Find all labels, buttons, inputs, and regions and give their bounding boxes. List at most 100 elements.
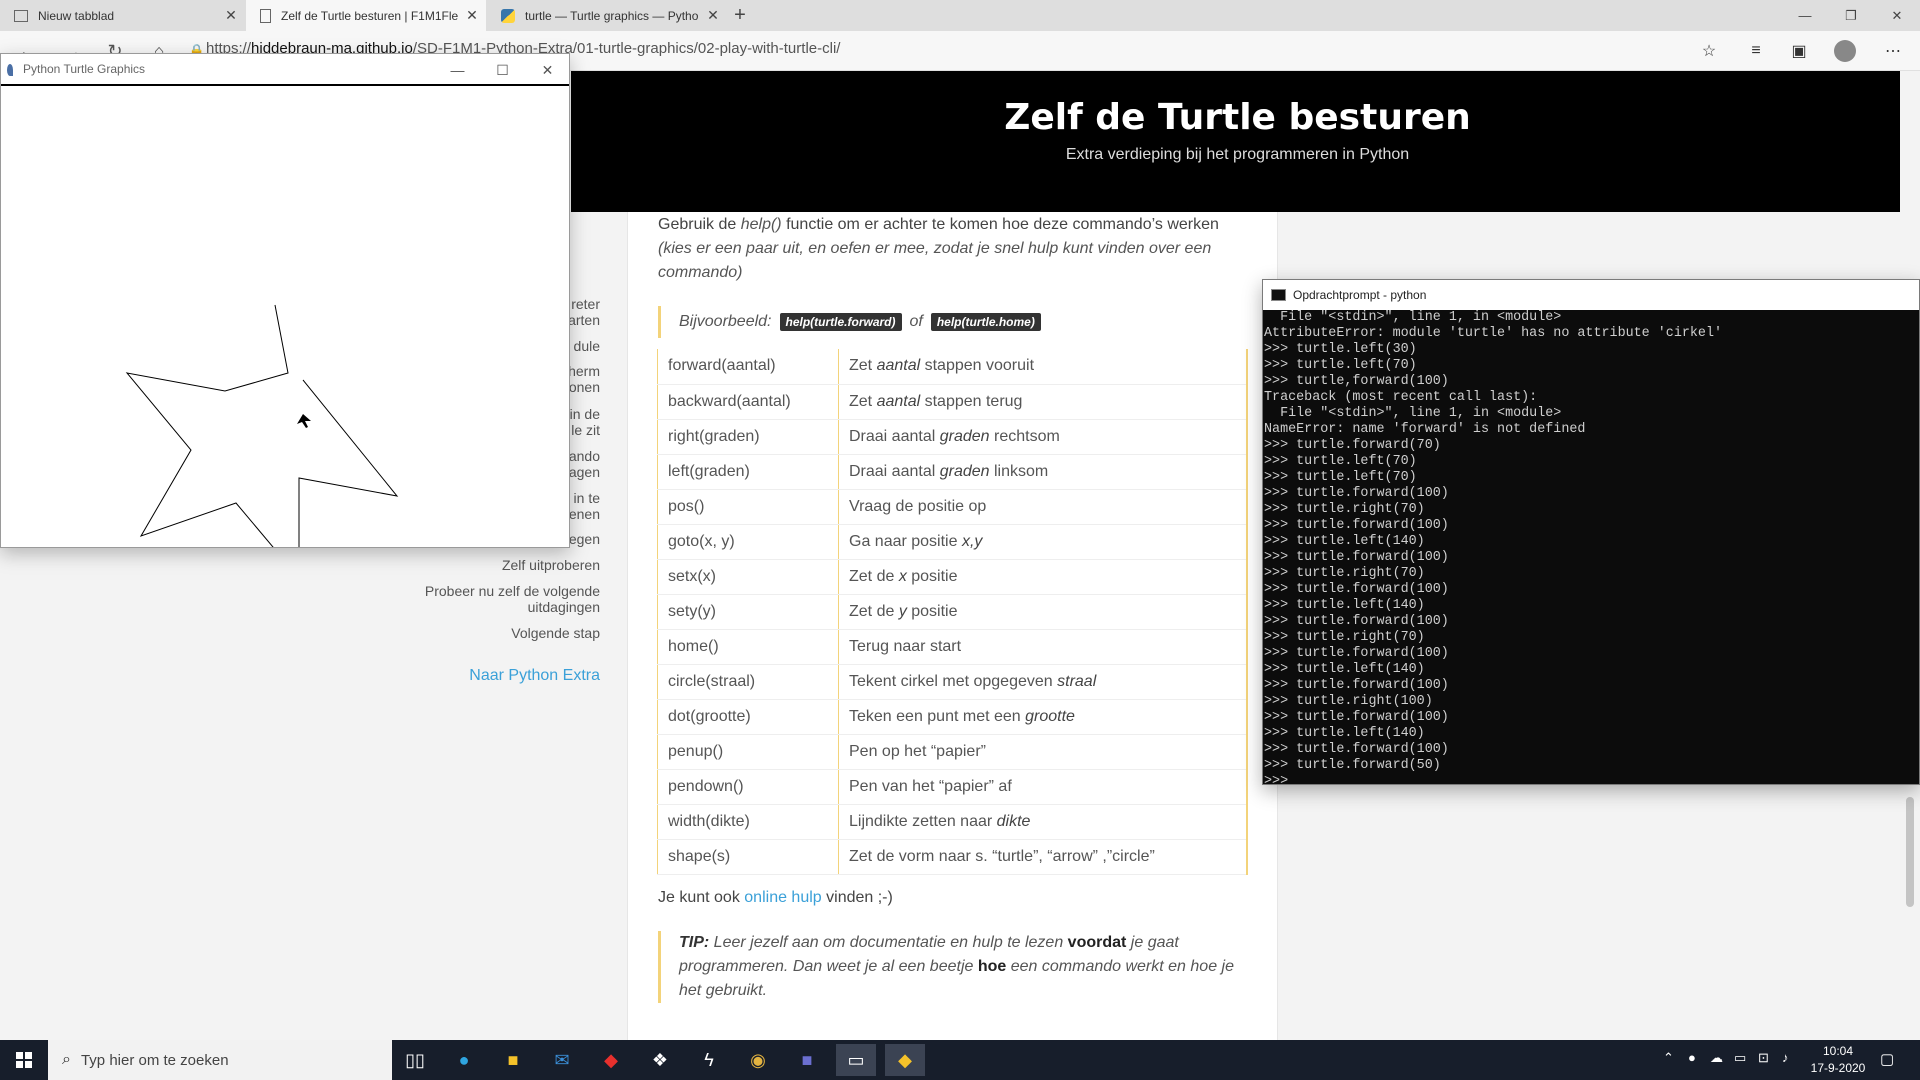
command-description: Teken een punt met een grootte: [838, 699, 1247, 735]
sidebar-item-probeer[interactable]: Probeer nu zelf de volgende: [425, 583, 600, 599]
collections-icon[interactable]: ▣: [1786, 39, 1812, 63]
terminal-app-icon[interactable]: ▭: [836, 1044, 876, 1076]
scrollbar-thumb[interactable]: [1906, 797, 1914, 907]
sidebar-fragment[interactable]: enen: [569, 506, 600, 522]
command-description: Vraag de positie op: [838, 489, 1247, 525]
python-icon: [501, 8, 515, 23]
favorite-star-icon[interactable]: ☆: [1696, 39, 1722, 63]
favorites-list-icon[interactable]: ≡: [1743, 39, 1769, 63]
sidebar-fragment[interactable]: dule: [574, 338, 600, 354]
cmd-line: File "<stdin>", line 1, in <module>: [1264, 406, 1562, 421]
file-explorer-icon[interactable]: ■: [493, 1044, 533, 1076]
command-name: home(): [657, 629, 839, 665]
close-window-icon[interactable]: ✕: [1874, 0, 1920, 31]
chrome-icon[interactable]: ◉: [738, 1044, 778, 1076]
sidebar-fragment[interactable]: in de: [570, 406, 600, 422]
cmd-line: >>> turtle,forward(100): [1264, 374, 1449, 389]
command-name: forward(aantal): [657, 349, 839, 385]
command-description: Draai aantal graden linksom: [838, 454, 1247, 490]
python-app-icon[interactable]: ◆: [885, 1044, 925, 1076]
sidebar-fragment[interactable]: egen: [569, 531, 600, 547]
keyboard-icon[interactable]: ▭: [1734, 1050, 1746, 1066]
cmd-line: >>> turtle.forward(100): [1264, 582, 1449, 597]
page-subtitle: Extra verdieping bij het programmeren in…: [1065, 146, 1410, 163]
vscode-icon[interactable]: ϟ: [689, 1044, 729, 1076]
cmd-line: >>> turtle.right(70): [1264, 630, 1425, 645]
clock[interactable]: 10:04 17-9-2020: [1808, 1043, 1868, 1077]
windows-start-icon[interactable]: [0, 1040, 48, 1080]
sidebar-item-uitdagingen[interactable]: uitdagingen: [528, 599, 600, 615]
cmd-line: >>> turtle.forward(100): [1264, 742, 1449, 757]
command-prompt-window: Opdrachtprompt - python File "<stdin>", …: [1262, 279, 1920, 789]
restore-icon[interactable]: ❐: [1828, 0, 1874, 31]
cmd-line: >>> turtle.forward(100): [1264, 518, 1449, 533]
mail-icon[interactable]: ✉: [542, 1044, 582, 1076]
close-tab-icon[interactable]: ✕: [699, 7, 727, 24]
command-row: dot(grootte) Teken een punt met een groot…: [657, 699, 1247, 735]
sidebar-fragment[interactable]: le zit: [571, 422, 600, 438]
minimize-icon[interactable]: —: [435, 54, 480, 86]
task-view-icon[interactable]: ▯▯: [395, 1044, 435, 1076]
turtle-canvas[interactable]: [1, 88, 569, 547]
volume-icon[interactable]: ♪: [1782, 1050, 1789, 1065]
notification-icon[interactable]: ▢: [1880, 1050, 1894, 1068]
sidebar-fragment[interactable]: reter: [571, 296, 600, 312]
command-name: dot(grootte): [657, 699, 839, 735]
sidebar-fragment[interactable]: arten: [568, 312, 600, 328]
cmd-line: >>> turtle.left(140): [1264, 598, 1425, 613]
teams-icon[interactable]: ■: [787, 1044, 827, 1076]
network-icon[interactable]: ⊡: [1758, 1050, 1769, 1066]
cmd-line: >>> turtle.left(30): [1264, 342, 1417, 357]
sidebar-fragment[interactable]: tonen: [565, 379, 600, 395]
sidebar-fragment[interactable]: ando: [569, 448, 600, 464]
tab-turtle-besturen[interactable]: Zelf de Turtle besturen | F1M1Fle ✕: [246, 0, 486, 31]
edge-icon[interactable]: ●: [444, 1044, 484, 1076]
maximize-icon[interactable]: ☐: [480, 54, 525, 86]
turtle-window-titlebar[interactable]: Python Turtle Graphics — ☐ ✕: [1, 54, 569, 86]
close-icon[interactable]: ✕: [525, 54, 570, 86]
cmd-line: >>> turtle.forward(50): [1264, 758, 1441, 773]
taskbar-search[interactable]: ⌕ Typ hier om te zoeken: [48, 1040, 392, 1080]
new-tab-icon[interactable]: +: [728, 0, 752, 31]
cmd-titlebar[interactable]: Opdrachtprompt - python: [1263, 280, 1919, 310]
cmd-line: >>> turtle.left(70): [1264, 470, 1417, 485]
minimize-icon[interactable]: —: [1782, 0, 1828, 31]
dropbox-icon[interactable]: ❖: [640, 1044, 680, 1076]
command-name: pos(): [657, 489, 839, 525]
page-title: Zelf de Turtle besturen: [1004, 97, 1471, 138]
cmd-line: File "<stdin>", line 1, in <module>: [1264, 310, 1562, 325]
command-row: pendown() Pen van het “papier” af: [657, 769, 1247, 805]
microphone-icon[interactable]: ●: [1688, 1050, 1696, 1065]
command-row: left(graden) Draai aantal graden linksom: [657, 454, 1247, 490]
clock-time: 10:04: [1822, 1044, 1854, 1058]
cmd-line: >>>: [1264, 774, 1297, 789]
command-row: setx(x) Zet de x positie: [657, 559, 1247, 595]
cmd-line: >>> turtle.left(140): [1264, 662, 1425, 677]
sidebar-fragment[interactable]: herm: [568, 363, 600, 379]
onedrive-icon[interactable]: ☁: [1710, 1050, 1723, 1066]
command-row: pos() Vraag de positie op: [657, 489, 1247, 525]
close-tab-icon[interactable]: ✕: [217, 7, 245, 24]
sidebar-item-volgende-stap[interactable]: Volgende stap: [511, 625, 600, 641]
feather-icon: [7, 64, 13, 76]
online-help-link[interactable]: online hulp: [744, 889, 821, 906]
cmd-line: Traceback (most recent call last):: [1264, 390, 1538, 405]
command-name: right(graden): [657, 419, 839, 455]
close-tab-icon[interactable]: ✕: [458, 7, 486, 24]
command-description: Pen op het “papier”: [838, 734, 1247, 770]
tray-chevron-icon[interactable]: ⌃: [1663, 1050, 1674, 1066]
cmd-output[interactable]: File "<stdin>", line 1, in <module> Attri…: [1264, 310, 1914, 790]
back-to-python-extra-link[interactable]: Naar Python Extra: [469, 668, 600, 684]
sidebar-fragment[interactable]: in te: [574, 490, 600, 506]
red-app-icon[interactable]: ◆: [591, 1044, 631, 1076]
cmd-line: >>> turtle.right(70): [1264, 566, 1425, 581]
tab-turtle-docs[interactable]: turtle — Turtle graphics — Pytho ✕: [487, 0, 727, 31]
page-icon: [14, 9, 28, 22]
tab-new-tab[interactable]: Nieuw tabblad ✕: [0, 0, 245, 31]
sidebar-item-zelf-uitproberen[interactable]: Zelf uitproberen: [502, 557, 600, 573]
profile-avatar-icon[interactable]: [1832, 39, 1858, 63]
sidebar-fragment[interactable]: agen: [569, 464, 600, 480]
command-row: goto(x, y) Ga naar positie x,y: [657, 524, 1247, 560]
search-placeholder: Typ hier om te zoeken: [80, 1051, 229, 1069]
more-menu-icon[interactable]: ⋯: [1880, 39, 1906, 63]
